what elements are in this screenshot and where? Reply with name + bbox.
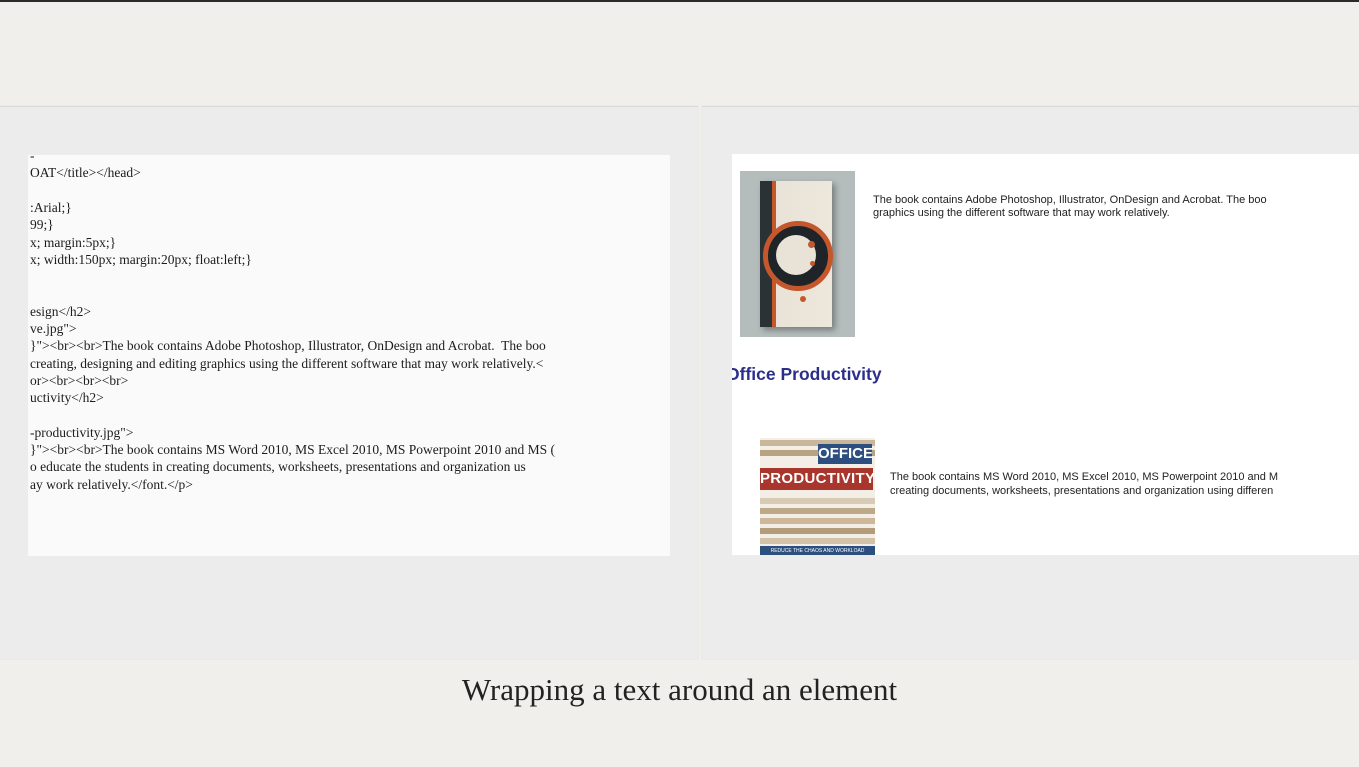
- code-screenshot-card: - OAT</title></head> :Arial;} 99;} x; margin…: [0, 106, 698, 659]
- code-line: o educate the students in creating docum…: [30, 459, 526, 475]
- code-line: creating, designing and editing graphics…: [30, 355, 544, 371]
- code-line: ve.jpg">: [30, 321, 77, 336]
- code-line: }"><br><br>The book contains Adobe Photo…: [30, 338, 546, 354]
- preview-sheet: The book contains Adobe Photoshop, Illus…: [732, 154, 1359, 555]
- preview-screenshot-card: The book contains Adobe Photoshop, Illus…: [702, 106, 1359, 659]
- section-heading: Office Productivity: [732, 364, 882, 384]
- code-line: esign</h2>: [30, 303, 91, 319]
- design-book-image: [740, 171, 855, 337]
- code-sheet: - OAT</title></head> :Arial;} 99;} x; margin…: [28, 155, 670, 556]
- code-line: OAT</title></head>: [30, 165, 141, 181]
- book2-text-line2: creating documents, worksheets, presenta…: [890, 485, 1274, 497]
- book1-text-line1: The book contains Adobe Photoshop, Illus…: [873, 194, 1267, 206]
- top-rule: [0, 0, 1359, 2]
- office-cover-title: OFFICE: [818, 444, 873, 464]
- code-line: :Arial;}: [30, 199, 72, 215]
- book1-text-line2: graphics using the different software th…: [873, 207, 1170, 219]
- code-line: uctivity</h2>: [30, 390, 104, 406]
- book2-text-line1: The book contains MS Word 2010, MS Excel…: [890, 471, 1279, 483]
- slide-caption: Wrapping a text around an element: [461, 672, 898, 707]
- code-line: or><br><br><br>: [30, 372, 129, 388]
- code-line: -productivity.jpg">: [30, 424, 134, 440]
- office-cover-subtitle: REDUCE THE CHAOS AND WORKLOAD: [760, 546, 875, 555]
- code-line: 99;}: [30, 217, 54, 233]
- code-line: x; width:150px; margin:20px; float:left;…: [30, 251, 252, 267]
- code-line: ay work relatively.</font.</p>: [30, 476, 193, 492]
- office-book-image: OFFICE PRODUCTIVITY REDUCE THE CHAOS AND…: [760, 438, 875, 555]
- code-line: }"><br><br>The book contains MS Word 201…: [30, 442, 555, 458]
- productivity-cover-title: PRODUCTIVITY: [760, 468, 875, 490]
- code-line: -: [30, 155, 35, 163]
- code-line: x; margin:5px;}: [30, 234, 117, 250]
- design-book-cover: [760, 181, 833, 327]
